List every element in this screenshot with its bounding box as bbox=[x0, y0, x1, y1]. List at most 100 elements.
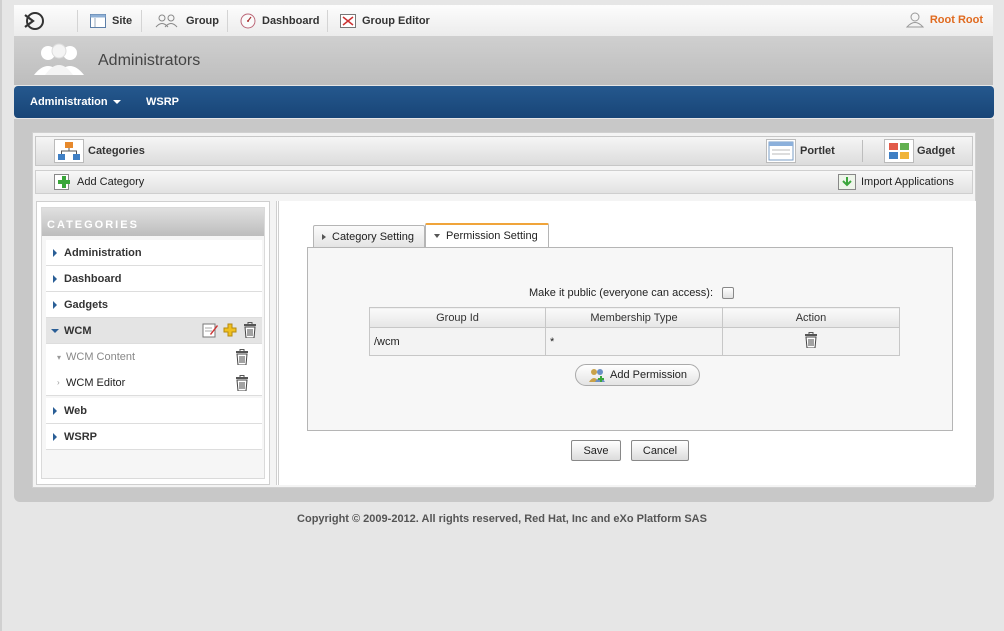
top-toolbar: Site Group Dashboard Group Editor Root R… bbox=[14, 5, 993, 37]
categories-heading: CATEGORIES bbox=[42, 208, 264, 236]
import-applications-button[interactable]: Import Applications bbox=[838, 174, 954, 190]
add-permission-button[interactable]: Add Permission bbox=[575, 364, 701, 386]
make-public-checkbox[interactable] bbox=[722, 287, 735, 299]
caret-down-icon bbox=[112, 100, 121, 104]
category-gadgets[interactable]: Gadgets bbox=[46, 292, 262, 318]
group-id-cell: /wcm bbox=[369, 327, 546, 356]
dashboard-label: Dashboard bbox=[262, 15, 320, 27]
category-wsrp[interactable]: WSRP bbox=[46, 424, 262, 450]
membership-type-cell: * bbox=[545, 327, 723, 356]
category-label: Web bbox=[64, 404, 88, 417]
cancel-button[interactable]: Cancel bbox=[631, 440, 689, 461]
copyright-footer: Copyright © 2009-2012. All rights reserv… bbox=[297, 513, 707, 525]
column-header: Action bbox=[722, 307, 900, 328]
workspace: Categories Portlet Gadget Add Category I… bbox=[14, 119, 994, 502]
collapse-arrow-icon bbox=[51, 329, 59, 333]
group-editor-icon bbox=[340, 14, 356, 28]
exo-logo-icon[interactable] bbox=[23, 11, 45, 31]
category-label: Gadgets bbox=[64, 298, 109, 311]
category-web[interactable]: Web bbox=[46, 398, 262, 424]
tab-divider bbox=[862, 140, 863, 162]
toolbar-divider bbox=[227, 10, 228, 32]
category-label: WSRP bbox=[64, 430, 97, 443]
application-wcm-content[interactable]: ▾ WCM Content bbox=[46, 344, 262, 370]
category-label: WCM bbox=[64, 324, 92, 337]
portlet-icon bbox=[768, 141, 794, 161]
application-registry-portlet: Categories Portlet Gadget Add Category I… bbox=[32, 132, 976, 488]
category-label: Administration bbox=[64, 246, 142, 259]
portlet-tab-label[interactable]: Portlet bbox=[800, 145, 835, 157]
import-icon bbox=[838, 174, 856, 190]
permission-setting-panel: Make it public (everyone can access): Gr… bbox=[307, 247, 953, 431]
group-header: Administrators bbox=[14, 37, 993, 85]
tab-label: Permission Setting bbox=[446, 230, 538, 242]
save-button[interactable]: Save bbox=[571, 440, 621, 461]
category-panel: CATEGORIES Administration Dashboard Gadg… bbox=[36, 201, 270, 485]
site-icon bbox=[90, 14, 106, 28]
bullet-icon: › bbox=[57, 378, 60, 387]
make-public-row: Make it public (everyone can access): bbox=[529, 287, 735, 299]
trash-icon[interactable] bbox=[234, 375, 250, 391]
make-public-label: Make it public (everyone can access): bbox=[529, 287, 714, 299]
registry-tabbar: Categories Portlet Gadget bbox=[35, 136, 973, 166]
column-header: Membership Type bbox=[545, 307, 723, 328]
add-category-label: Add Category bbox=[77, 176, 145, 188]
expand-arrow-icon bbox=[53, 407, 57, 415]
user-menu[interactable]: Root Root bbox=[905, 12, 983, 28]
gadget-tab-label[interactable]: Gadget bbox=[917, 145, 955, 157]
trash-icon[interactable] bbox=[242, 322, 258, 338]
categories-tab[interactable] bbox=[54, 139, 84, 163]
toolbar-divider bbox=[327, 10, 328, 32]
category-tools bbox=[202, 322, 258, 338]
application-wcm-editor[interactable]: › WCM Editor bbox=[46, 370, 262, 396]
arrow-right-icon bbox=[322, 233, 326, 240]
add-icon bbox=[54, 174, 70, 190]
add-permission-icon bbox=[589, 369, 605, 382]
tab-category-setting[interactable]: Category Setting bbox=[313, 225, 425, 247]
trash-icon[interactable] bbox=[803, 332, 819, 349]
gadget-tab[interactable] bbox=[884, 139, 914, 163]
trash-icon[interactable] bbox=[234, 349, 250, 365]
group-editor-menu[interactable]: Group Editor bbox=[340, 12, 430, 30]
site-menu[interactable]: Site bbox=[90, 12, 132, 30]
page-title: Administrators bbox=[98, 52, 201, 69]
table-row: /wcm * bbox=[369, 327, 900, 356]
nav-wsrp[interactable]: WSRP bbox=[146, 96, 179, 108]
main-navigation: Administration WSRP bbox=[14, 86, 994, 118]
application-label: WCM Editor bbox=[66, 376, 126, 389]
group-label: Group bbox=[186, 15, 219, 27]
categories-tab-label[interactable]: Categories bbox=[88, 145, 145, 157]
group-editor-label: Group Editor bbox=[362, 15, 430, 27]
add-icon[interactable] bbox=[222, 322, 238, 338]
arrow-down-icon bbox=[434, 234, 440, 238]
action-cell bbox=[722, 327, 900, 356]
nav-wsrp-label: WSRP bbox=[146, 96, 179, 108]
category-administration[interactable]: Administration bbox=[46, 240, 262, 266]
category-wcm[interactable]: WCM bbox=[46, 318, 262, 344]
category-dashboard[interactable]: Dashboard bbox=[46, 266, 262, 292]
category-container: CATEGORIES Administration Dashboard Gadg… bbox=[41, 207, 265, 479]
edit-icon[interactable] bbox=[202, 322, 218, 338]
category-list: Administration Dashboard Gadgets WCM ▾ W… bbox=[46, 240, 262, 450]
categories-icon bbox=[58, 142, 80, 160]
add-permission-label: Add Permission bbox=[610, 369, 688, 381]
user-name: Root Root bbox=[929, 14, 983, 26]
tab-permission-setting[interactable]: Permission Setting bbox=[425, 223, 549, 247]
nav-administration[interactable]: Administration bbox=[30, 96, 121, 108]
administrators-group-icon bbox=[34, 43, 84, 75]
portlet-tab[interactable] bbox=[766, 139, 796, 163]
toolbar-divider bbox=[77, 10, 78, 32]
add-category-button[interactable]: Add Category bbox=[54, 174, 144, 190]
group-icon bbox=[155, 14, 178, 28]
user-icon bbox=[905, 12, 924, 28]
import-applications-label: Import Applications bbox=[861, 176, 954, 188]
toolbar-divider bbox=[141, 10, 142, 32]
group-menu[interactable]: Group bbox=[154, 12, 219, 30]
dashboard-menu[interactable]: Dashboard bbox=[240, 12, 319, 30]
nav-administration-label: Administration bbox=[30, 96, 108, 108]
bullet-icon: ▾ bbox=[57, 352, 62, 362]
permission-table: Group Id Membership Type Action /wcm * bbox=[369, 307, 900, 356]
gadget-icon bbox=[889, 143, 909, 159]
tab-label: Category Setting bbox=[332, 230, 414, 243]
expand-arrow-icon bbox=[53, 433, 57, 441]
